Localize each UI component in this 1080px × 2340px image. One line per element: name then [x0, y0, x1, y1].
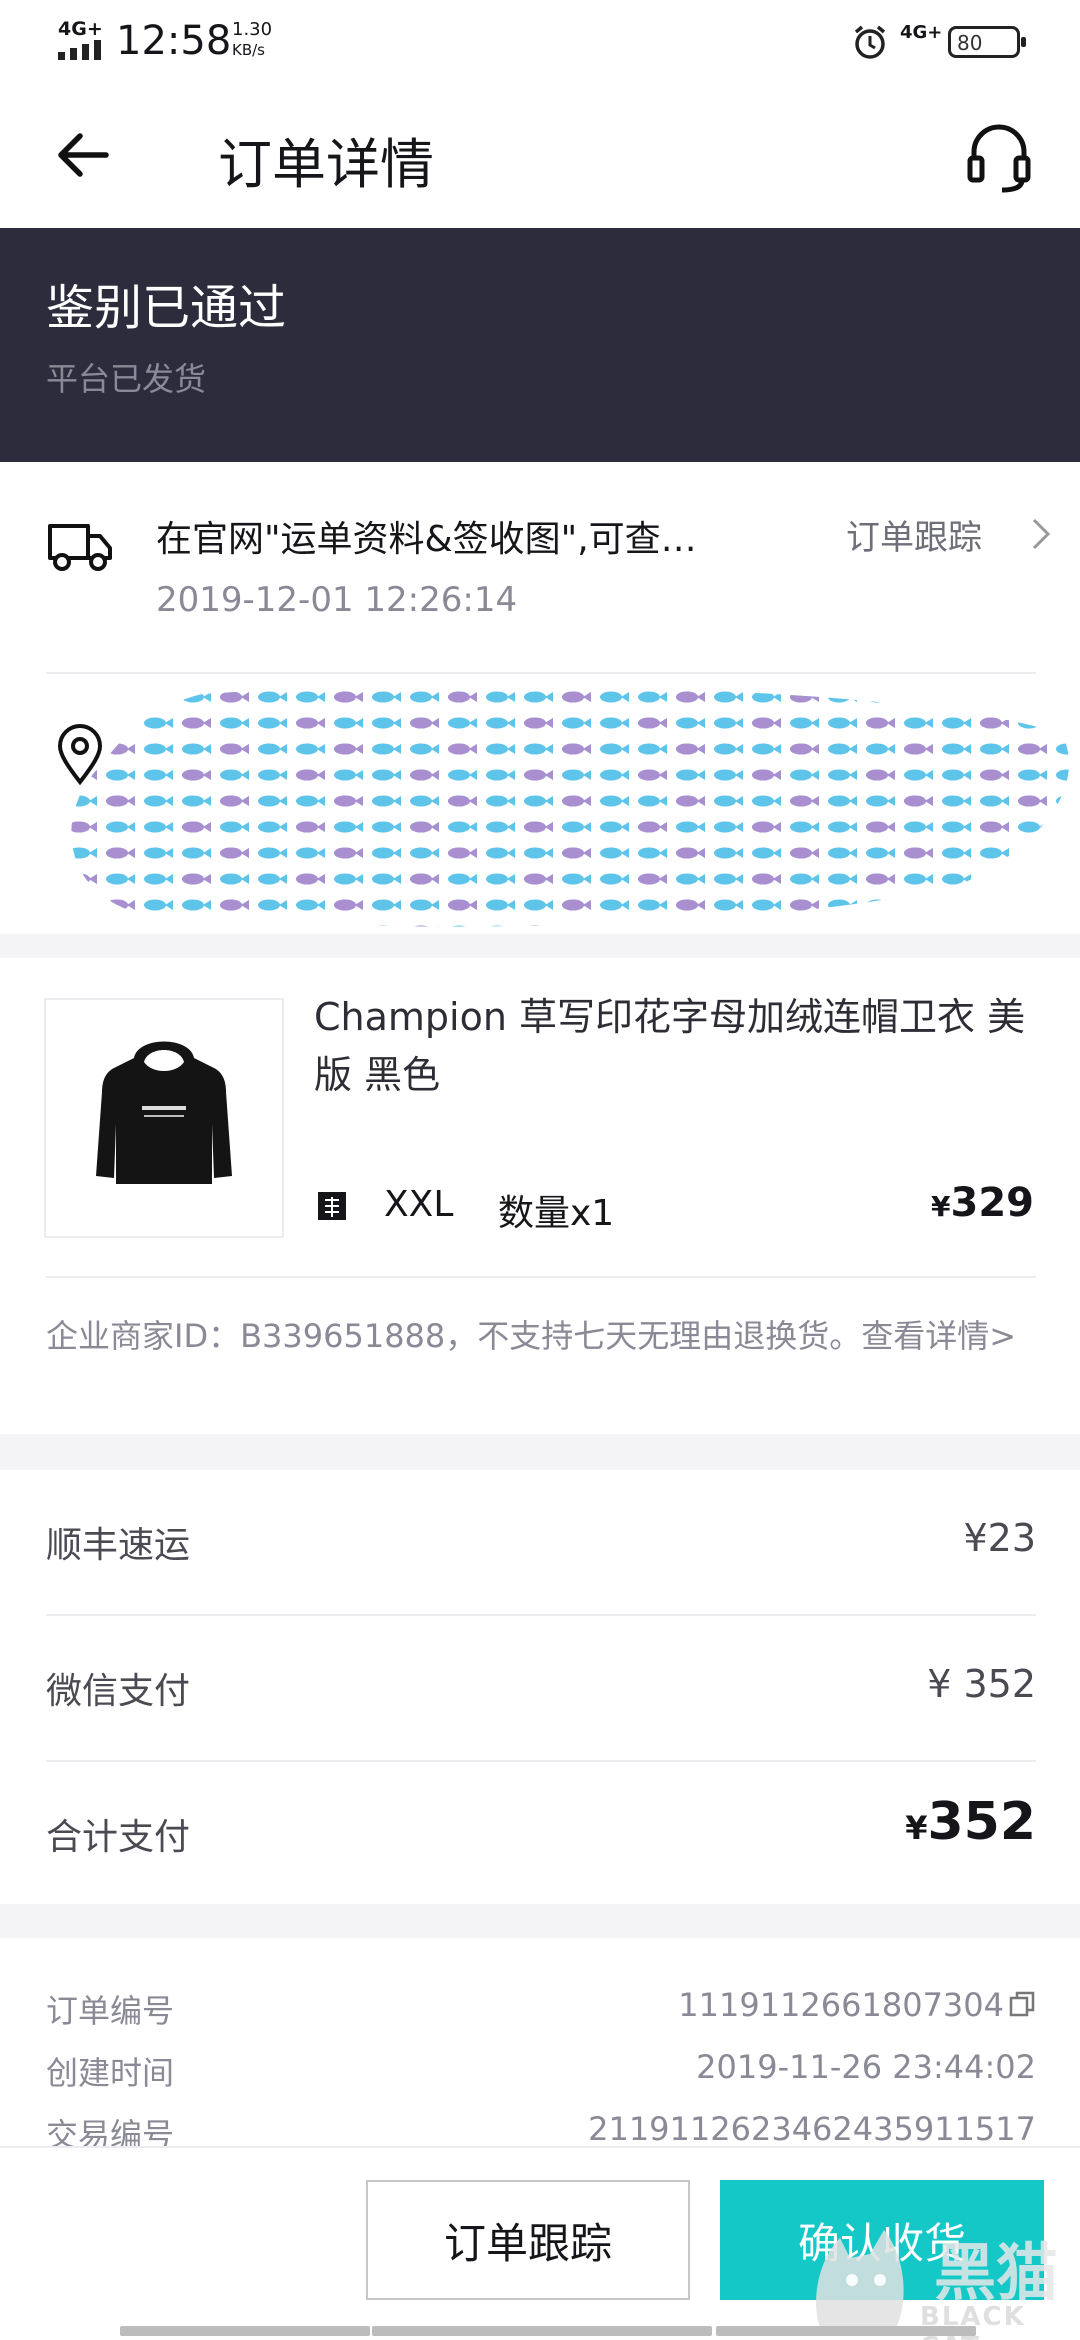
wechat-pay-amount: ¥ 352: [927, 1662, 1036, 1706]
chevron-right-icon: [1032, 518, 1051, 550]
shipping-label: 顺丰速运: [46, 1525, 191, 1566]
logistics-section[interactable]: 在官网"运单资料&签收图",可查… 2019-12-01 12:26:14 订单…: [0, 462, 1080, 934]
product-name: Champion 草写印花字母加绒连帽卫衣 美版 黑色: [314, 995, 1026, 1097]
network-type-2: 4G+: [900, 22, 943, 43]
wechat-pay-label: 微信支付: [46, 1671, 191, 1712]
page-title: 订单详情: [218, 133, 434, 196]
latest-tracking-info: 在官网"运单资料&签收图",可查…: [156, 519, 697, 560]
price-value: 329: [950, 1180, 1035, 1226]
total-amount: ¥352: [905, 1792, 1036, 1852]
watermark-logo: 黑猫 BLACK CAT: [790, 2218, 1080, 2340]
net-speed-unit: KB/s: [232, 41, 265, 59]
product-card[interactable]: Champion 草写印花字母加绒连帽卫衣 美版 黑色 XXL 数量x1 ¥32…: [0, 958, 1080, 1434]
product-size: XXL: [384, 1184, 454, 1225]
headset-icon[interactable]: [964, 120, 1034, 194]
battery-icon: 80: [948, 26, 1026, 58]
order-status-banner: 鉴别已通过 平台已发货: [0, 228, 1080, 462]
order-status-subtitle: 平台已发货: [46, 360, 207, 398]
order-status-title: 鉴别已通过: [46, 280, 287, 336]
order-number: 1119112661807304: [678, 1986, 1004, 2024]
created-time-row: 创建时间 2019-11-26 23:44:02: [46, 2048, 1036, 2108]
tracking-time: 2019-12-01 12:26:14: [156, 580, 518, 620]
product-image[interactable]: [44, 998, 284, 1238]
alarm-icon: [854, 25, 886, 59]
network-type: 4G+: [58, 18, 103, 40]
size-tag-icon: [318, 1192, 346, 1220]
product-quantity: 数量x1: [498, 1193, 615, 1234]
clock: 12:58: [116, 18, 232, 64]
divider: [46, 672, 1036, 674]
shipping-fee: ¥23: [963, 1516, 1036, 1560]
order-number-label: 订单编号: [46, 1992, 175, 2030]
cat-logo-icon: [816, 2230, 904, 2328]
merchant-note[interactable]: 企业商家ID：B339651888，不支持七天无理由退换货。查看详情>: [46, 1314, 1036, 1358]
net-speed-value: 1.30: [232, 19, 273, 40]
watermark-text: 黑猫: [934, 2236, 1059, 2309]
total-row: 合计支付 ¥352: [46, 1762, 1036, 1908]
net-speed: 1.30 KB/s: [232, 20, 272, 60]
order-tracking-link[interactable]: 订单跟踪: [846, 510, 982, 559]
hoodie-image: [96, 1041, 232, 1184]
total-label: 合计支付: [46, 1817, 191, 1858]
battery-level: 80: [957, 31, 983, 55]
shipping-row: 顺丰速运 ¥23: [46, 1470, 1036, 1616]
arrow-left-icon[interactable]: [54, 126, 112, 184]
redacted-address: [71, 686, 1069, 927]
total-currency: ¥: [905, 1809, 928, 1847]
status-bar: 4G+ 12:58 1.30 KB/s 4G+ 80: [0, 0, 1080, 86]
created-time-value: 2019-11-26 23:44:02: [696, 2048, 1036, 2086]
divider: [46, 1276, 1036, 1278]
signal-icon: [58, 40, 104, 60]
created-time-label: 创建时间: [46, 2054, 175, 2092]
order-number-row: 订单编号 1119112661807304: [46, 1986, 1036, 2046]
copy-icon[interactable]: [1008, 1990, 1036, 2018]
order-number-value: 1119112661807304: [678, 1986, 1036, 2024]
product-price: ¥329: [931, 1180, 1034, 1226]
wechat-pay-row: 微信支付 ¥ 352: [46, 1616, 1036, 1762]
top-nav: 订单详情: [0, 86, 1080, 228]
payment-section: 顺丰速运 ¥23 微信支付 ¥ 352 合计支付 ¥352: [0, 1470, 1080, 1904]
total-value: 352: [927, 1792, 1036, 1852]
order-tracking-button[interactable]: 订单跟踪: [366, 2180, 690, 2300]
price-currency: ¥: [931, 1190, 951, 1223]
transaction-number-value: 2119112623462435911517: [588, 2110, 1036, 2148]
truck-icon: [48, 524, 112, 571]
gesture-bar: [0, 2326, 1080, 2340]
